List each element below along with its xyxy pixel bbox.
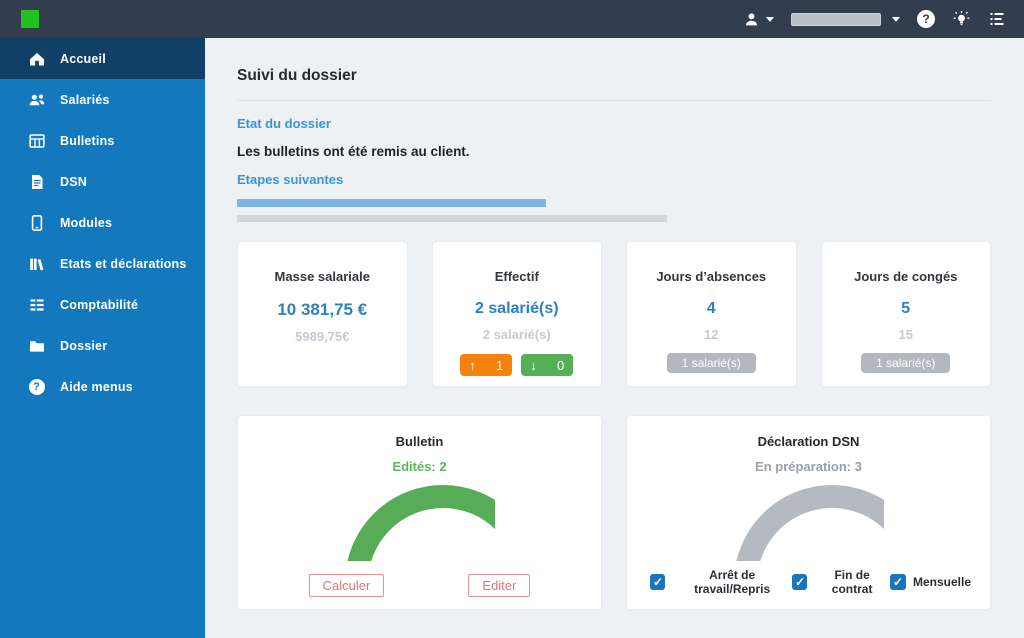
card-title: Jours de congés — [822, 269, 991, 284]
ledger-icon — [27, 296, 46, 314]
arrow-up-icon: ↑ — [469, 358, 476, 373]
card-title: Jours d’absences — [627, 269, 796, 284]
caret-down-icon — [766, 17, 774, 22]
salaries-badge: 1 salarié(s) — [667, 353, 756, 373]
sidebar-item-comptabilite[interactable]: Comptabilité — [0, 284, 205, 325]
exits-badge: ↓ 0 — [521, 354, 573, 376]
folder-icon — [27, 337, 46, 355]
sidebar-item-label: Comptabilité — [60, 298, 138, 312]
caret-down-icon — [892, 17, 900, 22]
card-title: Déclaration DSN — [627, 434, 990, 449]
table-icon — [27, 132, 46, 150]
card-jours-absences: Jours d’absences 4 12 1 salarié(s) — [626, 241, 797, 387]
sidebar-item-label: Modules — [60, 216, 112, 230]
calculer-button[interactable]: Calculer — [309, 574, 385, 597]
books-icon — [27, 255, 46, 273]
card-title: Bulletin — [238, 434, 601, 449]
sidebar-item-dsn[interactable]: DSN — [0, 161, 205, 202]
list-icon[interactable] — [988, 10, 1006, 28]
editer-button[interactable]: Editer — [468, 574, 530, 597]
bulletin-status: Edités: 2 — [238, 459, 601, 474]
topbar: ? — [0, 0, 1024, 38]
main-content: Suivi du dossier Etat du dossier Les bul… — [205, 38, 1024, 638]
sidebar-item-aide-menus[interactable]: ? Aide menus — [0, 366, 205, 407]
dossier-select[interactable] — [791, 13, 900, 26]
card-declaration-dsn: Déclaration DSN En préparation: 3 Arrêt … — [626, 415, 991, 610]
card-title: Effectif — [433, 269, 602, 284]
sidebar-item-label: Etats et déclarations — [60, 257, 186, 271]
dsn-status: En préparation: 3 — [627, 459, 990, 474]
sidebar-item-dossier[interactable]: Dossier — [0, 325, 205, 366]
document-icon — [27, 173, 46, 191]
card-value: 2 salarié(s) — [433, 300, 602, 318]
sidebar-item-label: DSN — [60, 175, 87, 189]
app-logo[interactable] — [21, 10, 39, 28]
lightbulb-icon[interactable] — [952, 10, 971, 29]
card-subvalue: 12 — [627, 327, 796, 342]
card-value: 4 — [627, 300, 796, 318]
card-subvalue: 5989,75€ — [238, 329, 407, 344]
checkbox-fin-contrat[interactable]: Fin de contrat — [792, 568, 890, 596]
salaries-badge: 1 salarié(s) — [861, 353, 950, 373]
card-title: Masse salariale — [238, 269, 407, 284]
sidebar-item-label: Bulletins — [60, 134, 115, 148]
sidebar-item-label: Accueil — [60, 52, 106, 66]
bottom-cards-row: Bulletin Edités: 2 Calculer Editer Décla… — [237, 415, 991, 610]
entries-badge: ↑ 1 — [460, 354, 512, 376]
card-masse-salariale: Masse salariale 10 381,75 € 5989,75€ — [237, 241, 408, 387]
checkbox-arret-travail[interactable]: Arrêt de travail/Repris — [650, 568, 792, 596]
progress-bar-secondary — [237, 215, 667, 222]
sidebar-item-bulletins[interactable]: Bulletins — [0, 120, 205, 161]
sidebar-item-label: Salariés — [60, 93, 110, 107]
card-bulletin: Bulletin Edités: 2 Calculer Editer — [237, 415, 602, 610]
sidebar-item-etats-declarations[interactable]: Etats et déclarations — [0, 243, 205, 284]
card-subvalue: 15 — [822, 327, 991, 342]
dossier-state-message: Les bulletins ont été remis au client. — [237, 144, 991, 159]
checkbox-label: Fin de contrat — [814, 568, 890, 596]
users-icon — [27, 91, 46, 109]
checkbox-checked-icon[interactable] — [792, 574, 807, 590]
exits-count: 0 — [557, 358, 564, 373]
entries-count: 1 — [496, 358, 503, 373]
user-icon — [743, 11, 760, 28]
stat-cards-row: Masse salariale 10 381,75 € 5989,75€ Eff… — [237, 241, 991, 387]
user-menu[interactable] — [743, 11, 774, 28]
card-jours-conges: Jours de congés 5 15 1 salarié(s) — [821, 241, 992, 387]
sidebar-item-modules[interactable]: Modules — [0, 202, 205, 243]
card-effectif: Effectif 2 salarié(s) 2 salarié(s) ↑ 1 ↓… — [432, 241, 603, 387]
checkbox-checked-icon[interactable] — [650, 574, 665, 590]
checkbox-mensuelle[interactable]: Mensuelle — [890, 568, 971, 596]
bulletin-gauge — [345, 485, 495, 561]
card-value: 5 — [822, 300, 991, 318]
checkbox-checked-icon[interactable] — [890, 574, 906, 590]
progress-bar-primary — [237, 199, 546, 207]
sidebar-item-label: Dossier — [60, 339, 107, 353]
sidebar-item-label: Aide menus — [60, 380, 133, 394]
etapes-suivantes-link[interactable]: Etapes suivantes — [237, 172, 343, 187]
card-subvalue: 2 salarié(s) — [433, 327, 602, 342]
sidebar: Accueil Salariés Bulletins DSN Modules E… — [0, 38, 205, 638]
tablet-icon — [27, 214, 46, 232]
sidebar-item-accueil[interactable]: Accueil — [0, 38, 205, 79]
card-value: 10 381,75 € — [238, 300, 407, 320]
help-circle-icon: ? — [27, 379, 46, 395]
page-title: Suivi du dossier — [237, 67, 991, 85]
arrow-down-icon: ↓ — [530, 358, 537, 373]
checkbox-label: Mensuelle — [913, 575, 971, 589]
dossier-select-field[interactable] — [791, 13, 881, 26]
etat-du-dossier-link[interactable]: Etat du dossier — [237, 116, 331, 131]
help-icon[interactable]: ? — [917, 10, 935, 28]
sidebar-item-salaries[interactable]: Salariés — [0, 79, 205, 120]
checkbox-label: Arrêt de travail/Repris — [672, 568, 792, 596]
dsn-gauge — [734, 485, 884, 561]
home-icon — [27, 50, 46, 68]
